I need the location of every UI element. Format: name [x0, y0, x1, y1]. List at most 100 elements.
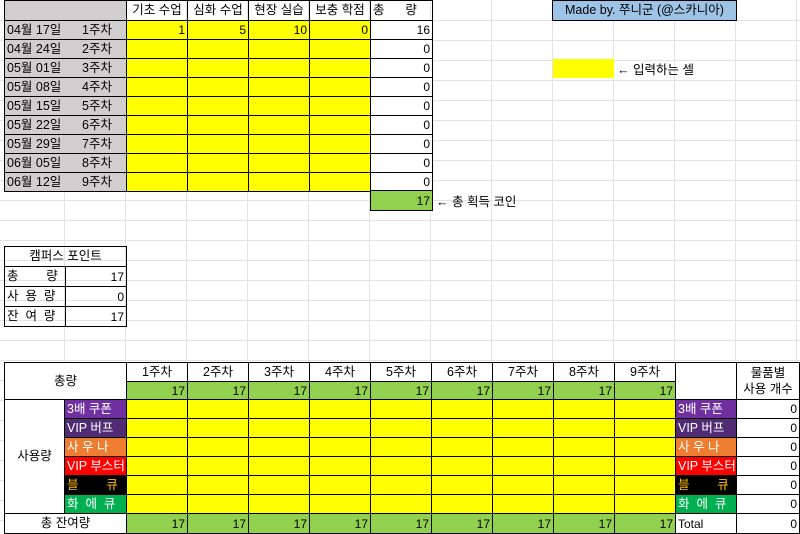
usage-input-cell[interactable] [492, 494, 554, 514]
usage-input-cell[interactable] [309, 437, 371, 457]
week-total-cell[interactable]: 0 [370, 134, 433, 154]
usage-input-cell[interactable] [431, 475, 493, 495]
remaining-value[interactable]: 17 [248, 513, 310, 534]
grand-total-value[interactable]: 0 [736, 513, 800, 534]
header-advanced-class[interactable]: 심화 수업 [187, 0, 249, 21]
usage-input-cell[interactable] [614, 456, 676, 476]
week-total-cell[interactable]: 0 [370, 39, 433, 59]
points-used-value[interactable]: 0 [65, 286, 127, 307]
input-cell[interactable] [187, 172, 249, 192]
usage-input-cell[interactable] [492, 456, 554, 476]
input-cell[interactable] [187, 96, 249, 116]
usage-input-cell[interactable] [492, 418, 554, 438]
week-total-cell[interactable]: 0 [370, 58, 433, 78]
input-cell[interactable] [126, 58, 188, 78]
usage-input-cell[interactable] [370, 399, 432, 419]
usage-total-label[interactable]: 총량 [4, 362, 127, 400]
usage-input-cell[interactable] [614, 399, 676, 419]
usage-input-cell[interactable] [553, 399, 615, 419]
usage-item-count[interactable]: 0 [736, 494, 800, 514]
usage-input-cell[interactable] [309, 475, 371, 495]
usage-input-cell[interactable] [553, 456, 615, 476]
input-cell[interactable] [126, 96, 188, 116]
header-field-practice[interactable]: 현장 실습 [248, 0, 310, 21]
input-cell[interactable] [309, 39, 371, 59]
input-cell[interactable] [126, 172, 188, 192]
usage-week-total[interactable]: 17 [492, 381, 554, 400]
points-total-label[interactable]: 총 량 [4, 266, 66, 287]
week-total-cell[interactable]: 0 [370, 172, 433, 192]
usage-input-cell[interactable] [370, 475, 432, 495]
remaining-value[interactable]: 17 [370, 513, 432, 534]
usage-input-cell[interactable] [553, 437, 615, 457]
usage-input-cell[interactable] [248, 418, 310, 438]
input-cell[interactable] [187, 134, 249, 154]
input-cell[interactable] [309, 58, 371, 78]
usage-input-cell[interactable] [614, 418, 676, 438]
input-cell[interactable] [187, 58, 249, 78]
usage-item-count[interactable]: 0 [736, 437, 800, 457]
usage-input-cell[interactable] [431, 437, 493, 457]
week-label-cell[interactable]: 04월 24일 2주차 [4, 39, 127, 59]
usage-input-cell[interactable] [126, 494, 188, 514]
input-cell[interactable] [309, 134, 371, 154]
usage-week-label[interactable]: 2주차 [187, 362, 249, 382]
week-total-cell[interactable]: 16 [370, 20, 433, 40]
usage-item-name-right[interactable]: 화 에 큐 [675, 494, 737, 514]
input-cell[interactable] [248, 96, 310, 116]
remaining-value[interactable]: 17 [309, 513, 371, 534]
input-cell[interactable] [126, 134, 188, 154]
usage-input-cell[interactable] [126, 475, 188, 495]
usage-input-cell[interactable] [126, 456, 188, 476]
usage-input-cell[interactable] [370, 437, 432, 457]
credit-cell[interactable]: Made by. 쭈니군 (@스카니아) [552, 0, 737, 21]
input-cell[interactable] [126, 77, 188, 97]
usage-input-cell[interactable] [431, 456, 493, 476]
coins-total-cell[interactable]: 17 [370, 190, 433, 211]
usage-week-label[interactable]: 3주차 [248, 362, 310, 382]
usage-input-cell[interactable] [126, 399, 188, 419]
usage-week-total[interactable]: 17 [248, 381, 310, 400]
usage-input-cell[interactable] [309, 399, 371, 419]
input-cell[interactable] [248, 134, 310, 154]
header-basic-class[interactable]: 기초 수업 [126, 0, 188, 21]
usage-input-cell[interactable] [248, 494, 310, 514]
usage-week-label[interactable]: 9주차 [614, 362, 676, 382]
remaining-value[interactable]: 17 [126, 513, 188, 534]
remaining-value[interactable]: 17 [614, 513, 676, 534]
usage-input-cell[interactable] [431, 418, 493, 438]
usage-week-total[interactable]: 17 [187, 381, 249, 400]
input-cell[interactable] [248, 77, 310, 97]
usage-item-name-right[interactable]: 3배 쿠폰 [675, 399, 737, 419]
usage-input-cell[interactable] [370, 494, 432, 514]
usage-week-total[interactable]: 17 [370, 381, 432, 400]
usage-week-label[interactable]: 6주차 [431, 362, 493, 382]
input-cell[interactable] [309, 115, 371, 135]
usage-item-name[interactable]: VIP 버프 [64, 418, 127, 438]
input-cell[interactable] [309, 77, 371, 97]
usage-input-cell[interactable] [126, 418, 188, 438]
usage-input-cell[interactable] [553, 494, 615, 514]
usage-section-label[interactable]: 사용량 [4, 399, 65, 514]
usage-input-cell[interactable] [187, 399, 249, 419]
usage-item-name-right[interactable]: 블 큐 [675, 475, 737, 495]
usage-input-cell[interactable] [248, 456, 310, 476]
input-cell[interactable] [248, 115, 310, 135]
usage-input-cell[interactable] [553, 418, 615, 438]
usage-week-label[interactable]: 8주차 [553, 362, 615, 382]
usage-item-count[interactable]: 0 [736, 399, 800, 419]
usage-input-cell[interactable] [248, 437, 310, 457]
usage-input-cell[interactable] [309, 456, 371, 476]
usage-input-cell[interactable] [614, 475, 676, 495]
input-cell[interactable]: 10 [248, 20, 310, 40]
usage-input-cell[interactable] [187, 418, 249, 438]
week-label-cell[interactable]: 06월 12일 9주차 [4, 172, 127, 192]
usage-item-name[interactable]: VIP 부스터 [64, 456, 127, 476]
input-cell[interactable] [187, 39, 249, 59]
usage-week-label[interactable]: 5주차 [370, 362, 432, 382]
usage-week-label[interactable]: 7주차 [492, 362, 554, 382]
usage-week-total[interactable]: 17 [614, 381, 676, 400]
week-label-cell[interactable]: 06월 05일 8주차 [4, 153, 127, 173]
usage-input-cell[interactable] [248, 475, 310, 495]
remaining-label[interactable]: 총 잔여량 [4, 513, 127, 534]
